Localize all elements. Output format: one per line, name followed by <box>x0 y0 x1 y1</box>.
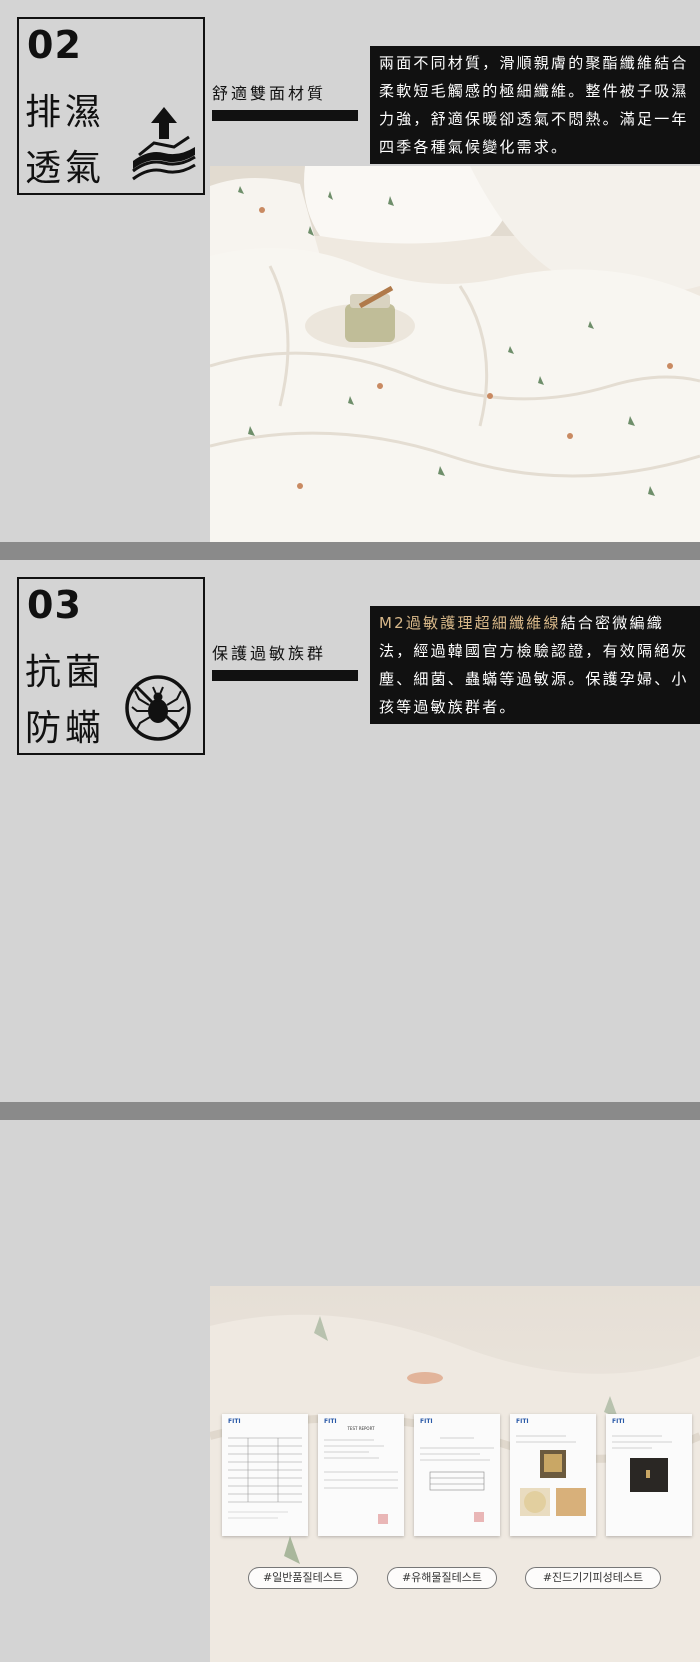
feature-title-line2: 防蟎 <box>25 708 106 749</box>
document-title: TEST REPORT <box>347 1426 375 1431</box>
description-highlight: M2過敏護理超細纖維線 <box>379 614 561 632</box>
bedding-photo <box>210 166 700 542</box>
subtitle-underline <box>212 670 358 681</box>
certificate-document: FITI <box>222 1414 308 1536</box>
fiti-logo: FITI <box>612 1418 625 1425</box>
fiti-logo: FITI <box>516 1418 529 1425</box>
subtitle: 保護過敏族群 <box>212 644 327 663</box>
subtitle: 舒適雙面材質 <box>212 84 327 103</box>
section-03: 03 抗菌 防蟎 保護過敏族群 M2過敏護理超細纖維線結合密微編織法，經過韓國官… <box>0 560 700 1662</box>
description-box: 兩面不同材質，滑順親膚的聚酯纖維結合柔軟短毛觸感的極細纖維。整件被子吸濕力強，舒… <box>370 46 700 164</box>
certificate-document: FITI <box>606 1414 692 1536</box>
test-tag: #일반품질테스트 <box>248 1567 358 1589</box>
certificate-document: FITI <box>510 1414 596 1536</box>
section-separator <box>0 1102 700 1120</box>
section-number: 03 <box>27 583 82 627</box>
subtitle-block: 舒適雙面材質 <box>212 80 358 121</box>
test-tag: #유해물질테스트 <box>387 1567 497 1589</box>
subtitle-underline <box>212 110 358 121</box>
feature-title-line1: 抗菌 <box>25 652 106 693</box>
fiti-logo: FITI <box>420 1418 433 1425</box>
subtitle-block: 保護過敏族群 <box>212 640 358 681</box>
certification-photo: FITI FITI TEST REPORT FITI FITI FITI #일반… <box>210 1286 700 1662</box>
feature-box: 03 抗菌 防蟎 <box>17 577 205 755</box>
layers-arrow-up-icon <box>132 107 196 181</box>
certificate-document: FITI TEST REPORT <box>318 1414 404 1536</box>
no-mite-icon <box>125 675 191 741</box>
description-box: M2過敏護理超細纖維線結合密微編織法，經過韓國官方檢驗認證，有效隔絕灰塵、細菌、… <box>370 606 700 724</box>
section-02: 02 排濕 透氣 舒適雙面材質 兩面不同材質，滑順親膚的聚酯纖維結合柔軟短毛觸感… <box>0 0 700 542</box>
feature-title-line1: 排濕 <box>25 92 106 133</box>
section-separator <box>0 542 700 560</box>
section-number: 02 <box>27 23 82 67</box>
feature-box: 02 排濕 透氣 <box>17 17 205 195</box>
certificate-document: FITI <box>414 1414 500 1536</box>
fiti-logo: FITI <box>228 1418 241 1425</box>
test-tag: #진드기기피성테스트 <box>525 1567 661 1589</box>
fiti-logo: FITI <box>324 1418 337 1425</box>
feature-title-line2: 透氣 <box>25 148 106 189</box>
